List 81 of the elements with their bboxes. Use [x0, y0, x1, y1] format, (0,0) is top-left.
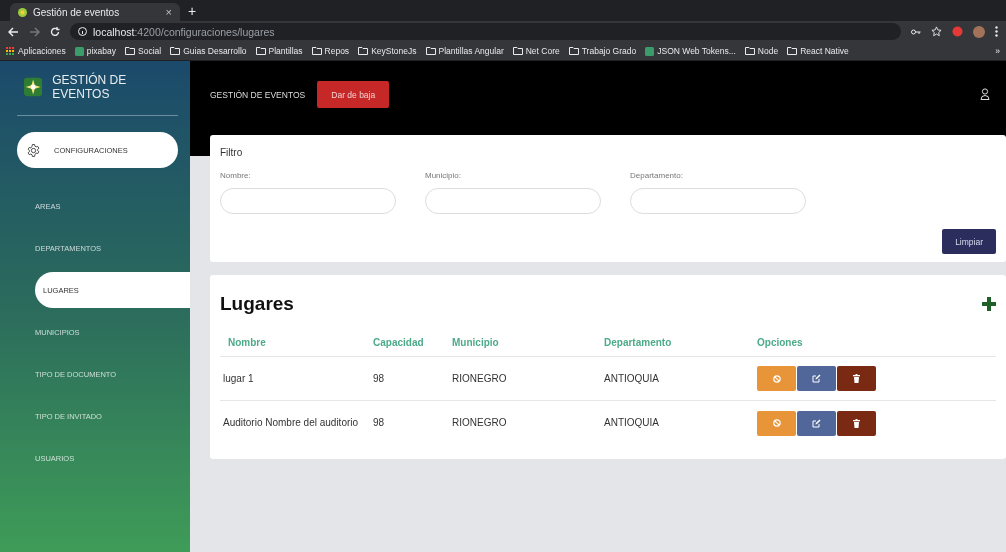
bookmark-link[interactable]: React Native: [800, 46, 849, 56]
edit-icon: [812, 418, 821, 428]
bookmark-link[interactable]: Social: [138, 46, 162, 56]
menu-icon[interactable]: [995, 26, 998, 37]
logo-icon: [24, 76, 43, 98]
bookmark-link[interactable]: Plantillas: [268, 46, 303, 56]
add-icon[interactable]: [982, 297, 996, 311]
table-cell: 98: [370, 357, 449, 401]
column-header: Departamento: [601, 337, 754, 357]
folder-icon: [358, 47, 369, 55]
field-label: Municipio:: [425, 171, 462, 180]
back-icon[interactable]: [8, 26, 19, 37]
bookmark-link[interactable]: KeyStoneJs: [371, 46, 417, 56]
column-header: Nombre: [220, 337, 370, 357]
logout-button[interactable]: Dar de baja: [317, 81, 390, 108]
delete-button[interactable]: [837, 410, 876, 436]
gear-icon: [27, 143, 40, 157]
url-text: localhost:4200/configuraciones/lugares: [93, 25, 275, 38]
bookmark-link[interactable]: Repos: [324, 46, 350, 56]
favicon-icon: [18, 7, 27, 17]
folder-icon: [255, 47, 266, 55]
bookmark-link[interactable]: Trabajo Grado: [581, 46, 637, 56]
bookmark-link[interactable]: Node: [757, 46, 779, 56]
table-cell: lugar 1: [220, 357, 370, 401]
table-cell-text: RIONEGRO: [451, 416, 508, 430]
filter-field[interactable]: [425, 188, 601, 214]
field-label: Departamento:: [630, 171, 684, 180]
extension-icon[interactable]: [952, 26, 963, 37]
trash-icon: [853, 418, 860, 428]
address-field[interactable]: localhost:4200/configuraciones/lugares: [70, 23, 901, 40]
ban-icon: [772, 374, 781, 383]
trash-icon: [853, 374, 860, 383]
reload-icon[interactable]: [50, 26, 60, 37]
key-icon[interactable]: [911, 28, 921, 35]
folder-icon: [125, 47, 136, 55]
folder-icon: [311, 47, 322, 55]
filter-field[interactable]: [220, 188, 396, 214]
site-icon: [645, 46, 655, 56]
new-tab-button[interactable]: +: [188, 2, 197, 19]
filter-field[interactable]: [630, 188, 806, 214]
tab-title: Gestión de eventos: [33, 6, 121, 18]
site-icon: [74, 46, 84, 56]
bookmark-link[interactable]: pixabay: [86, 46, 117, 56]
column-header: Municipio: [449, 337, 601, 357]
forward-icon[interactable]: [29, 26, 40, 37]
more-bookmarks-button[interactable]: »: [995, 46, 1000, 56]
brand-title: GESTIÓN DE EVENTOS: [52, 73, 128, 101]
bookmark-link[interactable]: Net Core: [525, 46, 560, 56]
header-title: GESTIÓN DE EVENTOS: [210, 90, 306, 100]
avatar-icon[interactable]: [973, 25, 985, 38]
close-tab-button[interactable]: ×: [165, 6, 172, 18]
folder-icon: [512, 47, 523, 55]
edit-button[interactable]: [797, 410, 836, 436]
filter-title: Filtro: [220, 147, 244, 158]
star-icon[interactable]: [931, 26, 942, 37]
folder-icon: [170, 47, 181, 55]
bookmark-link[interactable]: JSON Web Tokens...: [657, 46, 736, 56]
info-icon: [78, 27, 87, 36]
bookmark-link[interactable]: Plantillas Angular: [438, 46, 504, 56]
folder-icon: [744, 47, 755, 55]
table-cell: ANTIOQUIA: [601, 357, 754, 401]
folder-icon: [568, 47, 579, 55]
user-icon[interactable]: [980, 88, 990, 100]
grid-icon: [6, 46, 15, 56]
table-cell-text: Auditorio Nombre del auditorio: [222, 416, 360, 430]
table-cell-text: ANTIOQUIA: [603, 416, 660, 430]
edit-icon: [812, 374, 821, 383]
ban-icon: [772, 419, 781, 427]
delete-button[interactable]: [837, 366, 876, 391]
table-cell: RIONEGRO: [449, 357, 601, 401]
column-header: Capacidad: [370, 337, 449, 357]
folder-icon: [425, 47, 436, 55]
field-label: Nombre:: [220, 171, 252, 180]
bookmark-link[interactable]: Aplicaciones: [18, 46, 66, 56]
column-header: Opciones: [754, 337, 996, 357]
table-title: Lugares: [220, 293, 294, 315]
clear-button[interactable]: Limpiar: [942, 229, 996, 254]
browser-tab[interactable]: Gestión de eventos ×: [10, 3, 180, 21]
table-cell-text: 98: [372, 416, 386, 430]
folder-icon: [787, 47, 798, 55]
bookmark-link[interactable]: Guias Desarrollo: [183, 46, 247, 56]
